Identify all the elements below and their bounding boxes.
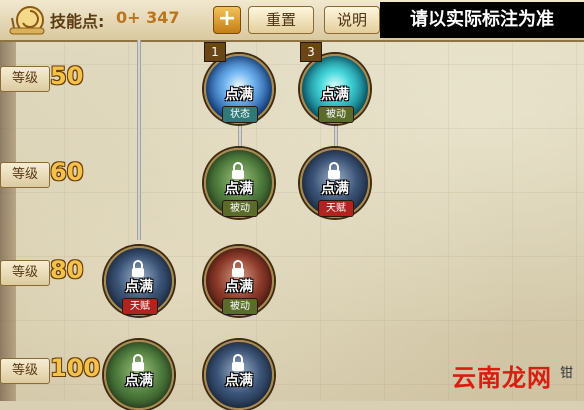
level-tag: 等级	[0, 66, 50, 92]
notice-banner: 请以实际标注为准	[380, 2, 584, 38]
skill-node[interactable]: 1 点满 状态	[204, 42, 274, 124]
skill-state-label: 点满	[225, 181, 253, 197]
connector-line	[334, 120, 338, 148]
skill-node[interactable]: 点满 被动	[204, 148, 274, 218]
skill-type-tag: 天赋	[122, 298, 158, 315]
skill-rank-badge: 1	[204, 42, 226, 62]
level-row-50: 等级 50	[0, 62, 98, 92]
level-tag: 等级	[0, 260, 50, 286]
skill-state-label: 点满	[321, 181, 349, 197]
level-row-60: 等级 60	[0, 158, 98, 188]
level-tag: 等级	[0, 162, 50, 188]
skill-points-label: 技能点:	[50, 12, 105, 31]
info-button[interactable]: 说明	[324, 6, 380, 34]
skill-node[interactable]: 点满 被动	[204, 246, 274, 316]
skill-rank-badge: 3	[300, 42, 322, 62]
level-tag: 等级	[0, 358, 50, 384]
skill-type-tag: 天赋	[318, 200, 354, 217]
level-row-100: 等级 100	[0, 354, 101, 384]
skill-points-value: 0+ 347	[116, 8, 180, 27]
skill-node[interactable]: 点满	[204, 340, 274, 410]
snail-icon	[9, 6, 45, 35]
skill-type-tag: 被动	[222, 298, 258, 315]
skill-state-label: 点满	[225, 279, 253, 295]
skill-node[interactable]: 3 点满 被动	[300, 42, 370, 124]
watermark-small: 钳	[560, 366, 574, 381]
add-skill-points-button[interactable]: +	[213, 6, 241, 34]
skill-type-tag: 状态	[222, 106, 258, 123]
skill-node[interactable]: 点满	[104, 340, 174, 410]
reset-button[interactable]: 重置	[248, 6, 314, 34]
watermark: 云南龙网	[452, 364, 552, 392]
skill-node[interactable]: 点满 天赋	[300, 148, 370, 218]
level-number: 80	[50, 256, 84, 284]
skill-state-label: 点满	[125, 373, 153, 389]
skill-type-tag: 被动	[318, 106, 354, 123]
level-number: 50	[50, 62, 84, 90]
level-row-80: 等级 80	[0, 256, 98, 286]
left-frame	[0, 40, 16, 401]
skill-state-label: 点满	[225, 373, 253, 389]
skill-tree-map	[0, 0, 584, 401]
level-number: 100	[50, 354, 101, 382]
top-bar: 技能点: 0+ 347 + 重置 说明 请以实际标注为准	[0, 0, 584, 42]
connector-line	[238, 120, 242, 148]
skill-type-tag: 被动	[222, 200, 258, 217]
skill-state-label: 点满	[125, 279, 153, 295]
skill-state-label: 点满	[225, 87, 253, 103]
skill-state-label: 点满	[321, 87, 349, 103]
connector-line	[137, 40, 141, 240]
skill-node[interactable]: 点满 天赋	[104, 246, 174, 316]
level-number: 60	[50, 158, 84, 186]
